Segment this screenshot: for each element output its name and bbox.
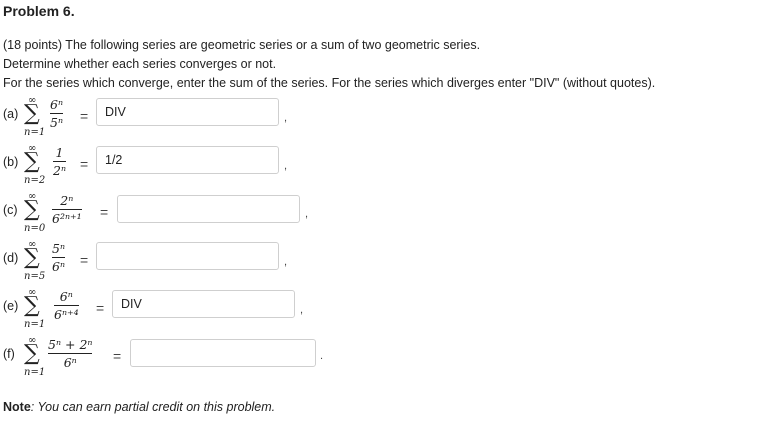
part-f-lower-limit: n=1 [24,367,46,378]
part-c-sigma: ∑ [24,197,40,222]
part-b-numerator: 1 [55,145,64,160]
part-b-label: (b) [3,155,19,169]
part-d-lower-limit: n=5 [24,271,46,282]
part-d-answer-input[interactable] [96,242,279,270]
part-d-fraction: 5ⁿ 6ⁿ [52,241,66,274]
part-e-sigma: ∑ [24,293,40,318]
part-c-numerator: 2ⁿ [60,193,74,208]
part-e-equals: = [96,300,105,316]
part-c-denominator: 6²ⁿ⁺¹ [52,211,82,226]
part-e-fraction-bar [54,305,79,306]
part-b-lower-limit: n=2 [24,175,46,186]
part-e-label: (e) [3,299,19,313]
part-a-comma: , [284,112,288,124]
part-c-fraction-bar [52,209,82,210]
part-f-fraction-bar [48,353,93,354]
part-b-fraction-bar [53,161,67,162]
part-e-fraction: 6ⁿ 6ⁿ⁺⁴ [54,289,79,322]
note: Note: You can earn partial credit on thi… [3,400,275,414]
part-e-answer-input[interactable] [112,290,295,318]
part-f-denominator: 6ⁿ [63,355,77,370]
part-b-sigma: ∑ [24,149,40,174]
part-d-denominator: 6ⁿ [52,259,66,274]
part-d-sigma: ∑ [24,245,40,270]
part-f-answer-input[interactable] [130,339,316,367]
part-d-comma: , [284,256,288,268]
part-f-period: . [320,350,324,362]
problem-intro: (18 points) The following series are geo… [3,38,481,52]
part-e-numerator: 6ⁿ [59,289,73,304]
part-a-sigma: ∑ [24,101,40,126]
part-a-fraction-bar [50,113,64,114]
part-c-answer-input[interactable] [117,195,300,223]
part-b-equals: = [80,156,89,172]
part-e-comma: , [300,304,304,316]
part-b-answer-input[interactable] [96,146,279,174]
problem-instruction-answer-format: For the series which converge, enter the… [3,76,656,90]
part-a-lower-limit: n=1 [24,127,46,138]
part-a-label: (a) [3,107,19,121]
part-f-fraction: 5ⁿ + 2ⁿ 6ⁿ [48,337,93,370]
part-a-numerator: 6ⁿ [50,97,64,112]
note-text: : You can earn partial credit on this pr… [30,400,276,414]
part-e-denominator: 6ⁿ⁺⁴ [54,307,79,322]
part-c-label: (c) [3,203,18,217]
part-f-label: (f) [3,347,15,361]
part-c-equals: = [100,204,109,220]
part-d-equals: = [80,252,89,268]
part-e-lower-limit: n=1 [24,319,46,330]
part-f-sigma: ∑ [24,341,40,366]
part-c-fraction: 2ⁿ 6²ⁿ⁺¹ [52,193,82,226]
part-b-fraction: 1 2ⁿ [53,145,67,178]
note-label: Note [3,400,31,414]
part-c-comma: , [305,208,309,220]
problem-title: Problem 6. [3,3,75,19]
part-a-fraction: 6ⁿ 5ⁿ [50,97,64,130]
part-f-numerator: 5ⁿ + 2ⁿ [48,337,93,352]
part-a-equals: = [80,108,89,124]
part-d-fraction-bar [52,257,66,258]
part-b-comma: , [284,160,288,172]
part-b-denominator: 2ⁿ [53,163,67,178]
part-d-label: (d) [3,251,19,265]
part-a-denominator: 5ⁿ [50,115,64,130]
part-a-answer-input[interactable] [96,98,279,126]
part-c-lower-limit: n=0 [24,223,46,234]
problem-instruction: Determine whether each series converges … [3,57,277,71]
part-f-equals: = [113,348,122,364]
part-d-numerator: 5ⁿ [52,241,66,256]
